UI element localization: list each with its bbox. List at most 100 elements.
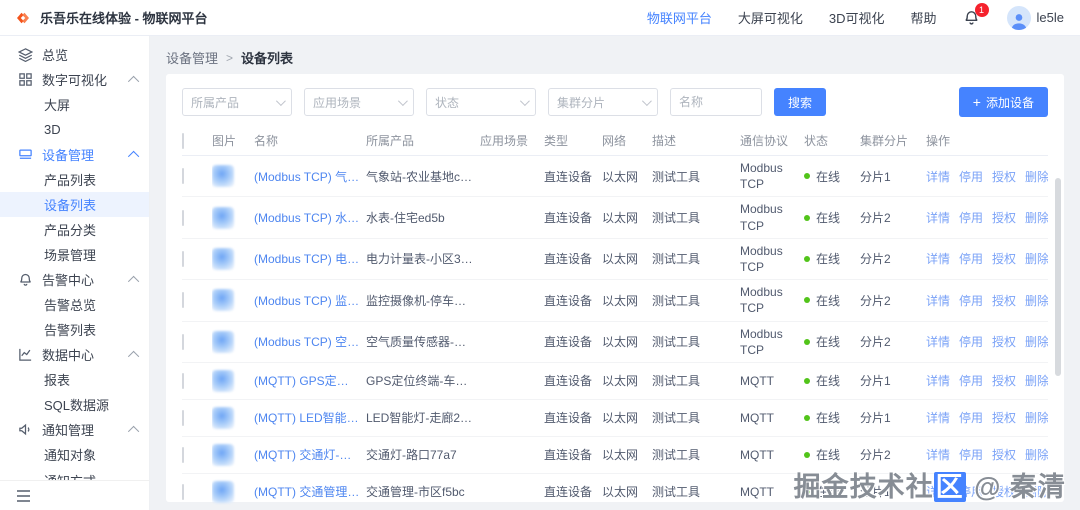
- nav-help[interactable]: 帮助: [911, 8, 937, 27]
- detail-link[interactable]: 详情: [926, 250, 950, 267]
- select-all-checkbox[interactable]: [182, 132, 184, 149]
- delete-link[interactable]: 删除: [1025, 292, 1048, 309]
- sidebar-item-product-category[interactable]: 产品分类: [0, 217, 149, 242]
- row-checkbox[interactable]: [182, 446, 184, 463]
- device-product: 空气质量传感器-室内9c...: [366, 335, 480, 350]
- sidebar-group-alarm-center[interactable]: 告警中心: [0, 267, 149, 292]
- breadcrumb-parent[interactable]: 设备管理: [166, 48, 218, 67]
- vertical-scrollbar[interactable]: [1055, 178, 1061, 376]
- detail-link[interactable]: 详情: [926, 409, 950, 426]
- row-checkbox[interactable]: [182, 209, 184, 226]
- disable-link[interactable]: 停用: [959, 409, 983, 426]
- user-menu[interactable]: le5le: [1006, 5, 1064, 30]
- device-name-link[interactable]: (MQTT) 交通灯-路口: [254, 446, 360, 463]
- row-checkbox[interactable]: [182, 409, 184, 426]
- add-device-button[interactable]: 添加设备: [958, 87, 1048, 117]
- authorize-link[interactable]: 授权: [992, 372, 1016, 389]
- device-name-link[interactable]: (MQTT) LED智能灯-...: [254, 409, 360, 426]
- authorize-link[interactable]: 授权: [992, 292, 1016, 309]
- sidebar-item-screen[interactable]: 大屏: [0, 92, 149, 117]
- device-name-link[interactable]: (Modbus TCP) 电力...: [254, 250, 360, 267]
- sidebar-item-overview[interactable]: 总览: [0, 42, 149, 67]
- device-thumbnail[interactable]: [212, 443, 234, 466]
- name-input[interactable]: [670, 88, 762, 116]
- nav-screen-viz[interactable]: 大屏可视化: [738, 8, 803, 27]
- delete-link[interactable]: 删除: [1025, 250, 1048, 267]
- detail-link[interactable]: 详情: [926, 446, 950, 463]
- disable-link[interactable]: 停用: [959, 292, 983, 309]
- delete-link[interactable]: 删除: [1025, 372, 1048, 389]
- nav-3d-viz[interactable]: 3D可视化: [829, 8, 885, 27]
- sidebar-item-notify-target[interactable]: 通知对象: [0, 442, 149, 467]
- device-name-link[interactable]: (Modbus TCP) 气象...: [254, 168, 360, 185]
- sidebar-item-product-list[interactable]: 产品列表: [0, 167, 149, 192]
- sidebar-item-sql-source[interactable]: SQL数据源: [0, 392, 149, 417]
- product-select[interactable]: 所属产品: [182, 88, 292, 116]
- scene-select[interactable]: 应用场景: [304, 88, 414, 116]
- device-thumbnail[interactable]: [212, 165, 234, 188]
- sidebar-group-digital-viz[interactable]: 数字可视化: [0, 67, 149, 92]
- authorize-link[interactable]: 授权: [992, 446, 1016, 463]
- device-thumbnail[interactable]: [212, 289, 234, 312]
- row-checkbox[interactable]: [182, 333, 184, 350]
- sidebar-group-notify-mgmt[interactable]: 通知管理: [0, 417, 149, 442]
- sidebar-item-3d[interactable]: 3D: [0, 117, 149, 142]
- delete-link[interactable]: 删除: [1025, 446, 1048, 463]
- detail-link[interactable]: 详情: [926, 168, 950, 185]
- device-status: 在线: [804, 368, 860, 393]
- sidebar-item-alarm-list[interactable]: 告警列表: [0, 317, 149, 342]
- device-type: 直连设备: [544, 374, 593, 389]
- device-name-link[interactable]: (Modbus TCP) 监控...: [254, 292, 360, 309]
- sidebar-item-scene-mgmt[interactable]: 场景管理: [0, 242, 149, 267]
- status-select[interactable]: 状态: [426, 88, 536, 116]
- device-thumbnail[interactable]: [212, 406, 234, 429]
- authorize-link[interactable]: 授权: [992, 409, 1016, 426]
- nav-iot-platform[interactable]: 物联网平台: [647, 8, 712, 27]
- detail-link[interactable]: 详情: [926, 209, 950, 226]
- detail-link[interactable]: 详情: [926, 333, 950, 350]
- notification-bell-icon[interactable]: 1: [963, 2, 989, 27]
- disable-link[interactable]: 停用: [959, 333, 983, 350]
- col-network: 网络: [602, 134, 627, 148]
- sidebar-item-notify-method[interactable]: 通知方式: [0, 467, 149, 480]
- delete-link[interactable]: 删除: [1025, 168, 1048, 185]
- device-thumbnail[interactable]: [212, 247, 234, 270]
- row-checkbox[interactable]: [182, 372, 184, 389]
- device-thumbnail[interactable]: [212, 369, 234, 392]
- sidebar-group-data-center[interactable]: 数据中心: [0, 342, 149, 367]
- sidebar-item-alarm-overview[interactable]: 告警总览: [0, 292, 149, 317]
- sidebar-collapse-button[interactable]: [0, 480, 149, 510]
- delete-link[interactable]: 删除: [1025, 209, 1048, 226]
- authorize-link[interactable]: 授权: [992, 168, 1016, 185]
- row-checkbox[interactable]: [182, 250, 184, 267]
- online-dot-icon: [804, 338, 810, 345]
- authorize-link[interactable]: 授权: [992, 250, 1016, 267]
- search-button[interactable]: 搜索: [774, 88, 827, 116]
- app-logo[interactable]: 乐吾乐在线体验 - 物联网平台: [14, 8, 208, 27]
- sidebar-item-device-list[interactable]: 设备列表: [0, 192, 149, 217]
- disable-link[interactable]: 停用: [959, 168, 983, 185]
- device-thumbnail[interactable]: [212, 330, 234, 353]
- device-name-link[interactable]: (MQTT) GPS定位终...: [254, 372, 360, 389]
- disable-link[interactable]: 停用: [959, 250, 983, 267]
- sidebar-group-device-mgmt[interactable]: 设备管理: [0, 142, 149, 167]
- authorize-link[interactable]: 授权: [992, 333, 1016, 350]
- delete-link[interactable]: 删除: [1025, 409, 1048, 426]
- row-checkbox[interactable]: [182, 292, 184, 309]
- device-name-link[interactable]: (Modbus TCP) 水表-...: [254, 209, 360, 226]
- device-name-link[interactable]: (MQTT) 交通管理-市...: [254, 483, 360, 500]
- authorize-link[interactable]: 授权: [992, 209, 1016, 226]
- delete-link[interactable]: 删除: [1025, 333, 1048, 350]
- shard-select[interactable]: 集群分片: [548, 88, 658, 116]
- row-checkbox[interactable]: [182, 483, 184, 500]
- device-thumbnail[interactable]: [212, 206, 234, 229]
- disable-link[interactable]: 停用: [959, 372, 983, 389]
- sidebar-item-report[interactable]: 报表: [0, 367, 149, 392]
- detail-link[interactable]: 详情: [926, 372, 950, 389]
- disable-link[interactable]: 停用: [959, 446, 983, 463]
- device-thumbnail[interactable]: [212, 480, 234, 503]
- device-name-link[interactable]: (Modbus TCP) 空气...: [254, 333, 360, 350]
- disable-link[interactable]: 停用: [959, 209, 983, 226]
- detail-link[interactable]: 详情: [926, 292, 950, 309]
- row-checkbox[interactable]: [182, 168, 184, 185]
